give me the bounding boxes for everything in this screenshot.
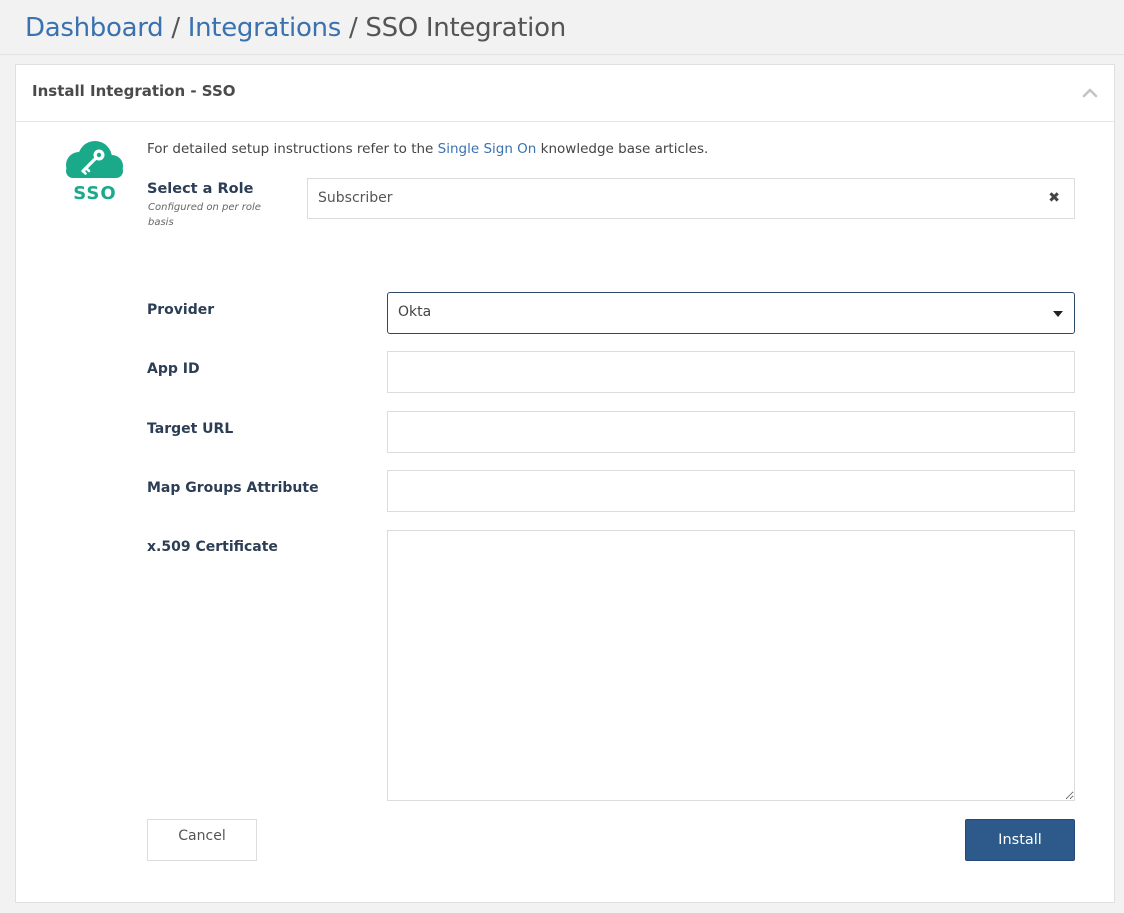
caret-down-icon — [1053, 311, 1063, 317]
role-hint: Configured on per role basis — [148, 202, 261, 228]
target-url-input[interactable] — [387, 411, 1075, 453]
certificate-label: x.509 Certificate — [147, 539, 278, 555]
breadcrumb: Dashboard / Integrations / SSO Integrati… — [25, 10, 566, 46]
cloud-key-icon — [66, 141, 123, 178]
app-id-label: App ID — [147, 361, 200, 377]
role-select[interactable]: Subscriber ✖ — [307, 178, 1075, 219]
map-groups-label: Map Groups Attribute — [147, 480, 319, 496]
provider-select[interactable]: Okta — [387, 292, 1075, 334]
role-label: Select a Role — [147, 181, 254, 197]
certificate-textarea[interactable] — [387, 530, 1075, 801]
role-select-value: Subscriber — [318, 190, 393, 206]
close-icon[interactable]: ✖ — [1048, 190, 1060, 206]
provider-select-value: Okta — [398, 304, 432, 320]
map-groups-input[interactable] — [387, 470, 1075, 512]
single-sign-on-link[interactable]: Single Sign On — [438, 141, 537, 157]
install-button[interactable]: Install — [965, 819, 1075, 861]
breadcrumb-separator: / — [171, 13, 180, 43]
chevron-up-icon[interactable] — [1079, 82, 1101, 104]
panel-header: Install Integration - SSO — [16, 65, 1114, 122]
intro-before: For detailed setup instructions refer to… — [147, 141, 434, 157]
header-divider — [0, 54, 1124, 55]
sso-logo: SSO — [59, 138, 129, 204]
sso-logo-text: SSO — [73, 183, 116, 204]
panel-title: Install Integration - SSO — [32, 82, 236, 100]
cancel-button[interactable]: Cancel — [147, 819, 257, 861]
intro-text: For detailed setup instructions refer to… — [147, 141, 708, 157]
provider-label: Provider — [147, 302, 215, 318]
target-url-label: Target URL — [147, 421, 234, 437]
breadcrumb-current: SSO Integration — [365, 13, 566, 43]
install-panel: Install Integration - SSO SSO For detail… — [15, 64, 1115, 903]
breadcrumb-integrations-link[interactable]: Integrations — [188, 13, 342, 43]
app-id-input[interactable] — [387, 351, 1075, 393]
intro-after: knowledge base articles. — [540, 141, 709, 157]
breadcrumb-dashboard-link[interactable]: Dashboard — [25, 13, 164, 43]
breadcrumb-separator: / — [348, 13, 358, 43]
